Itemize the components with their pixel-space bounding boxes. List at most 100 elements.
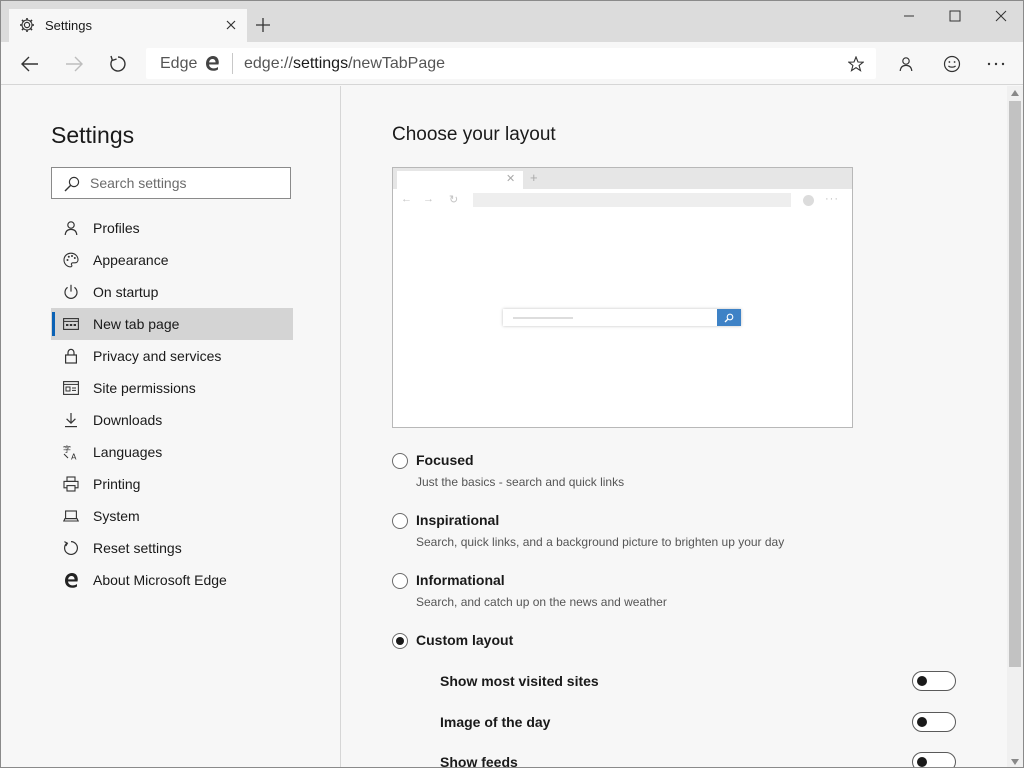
sidebar-item-system[interactable]: System (51, 500, 293, 532)
close-window-button[interactable] (978, 1, 1023, 31)
settings-sidebar: Settings Profiles Appearance On startup (1, 86, 341, 767)
preview-search-placeholder (513, 317, 573, 319)
refresh-icon (110, 55, 126, 72)
svg-text:字: 字 (63, 444, 71, 454)
lock-icon (63, 348, 79, 364)
preview-plus-icon: + (530, 170, 538, 185)
toggle-label: Show most visited sites (440, 673, 599, 689)
toggle-label: Show feeds (440, 754, 518, 768)
option-description: Search, quick links, and a background pi… (416, 535, 785, 549)
newtab-icon (63, 316, 79, 332)
toggle-row-show-feeds: Show feeds (440, 751, 958, 768)
url-text: edge://settings/newTabPage (244, 55, 445, 73)
more-icon (987, 62, 1005, 66)
star-icon (848, 56, 864, 72)
toggle-row-image-of-the-day: Image of the day (440, 711, 958, 735)
sidebar-item-languages[interactable]: 字A Languages (51, 436, 293, 468)
layout-preview: ✕ + ← → ↻ ··· (392, 167, 853, 428)
search-icon (724, 313, 734, 322)
more-button[interactable] (980, 48, 1012, 80)
sidebar-item-label: Downloads (93, 412, 163, 428)
profile-icon (899, 57, 913, 72)
sidebar-item-new-tab-page[interactable]: New tab page (51, 308, 293, 340)
scroll-down-icon[interactable] (1010, 757, 1020, 767)
tab-settings[interactable]: Settings (9, 9, 247, 42)
image-of-the-day-toggle[interactable] (912, 712, 956, 732)
sidebar-item-site-permissions[interactable]: Site permissions (51, 372, 293, 404)
sidebar-item-label: Privacy and services (93, 348, 222, 364)
content-scrollbar[interactable] (1007, 86, 1023, 767)
profile-button[interactable] (890, 48, 922, 80)
sidebar-item-label: Profiles (93, 220, 140, 236)
minimize-button[interactable] (886, 1, 932, 31)
close-icon (995, 10, 1007, 22)
maximize-button[interactable] (932, 1, 978, 31)
radio-custom[interactable] (392, 633, 408, 649)
sidebar-item-downloads[interactable]: Downloads (51, 404, 293, 436)
languages-icon: 字A (63, 444, 79, 462)
edge-logo-icon (204, 55, 220, 71)
browser-window: Settings Edge edge://settings/newTabPage… (0, 0, 1024, 768)
radio-inspirational[interactable] (392, 513, 408, 529)
favorite-button[interactable] (846, 54, 866, 74)
preview-refresh-icon: ↻ (449, 194, 459, 206)
sidebar-item-profiles[interactable]: Profiles (51, 212, 293, 244)
option-title: Custom layout (416, 632, 514, 648)
minimize-icon (904, 15, 914, 17)
preview-more-icon: ··· (825, 193, 839, 205)
sidebar-item-appearance[interactable]: Appearance (51, 244, 293, 276)
settings-content: Choose your layout ✕ + ← → ↻ ··· Focused… (342, 86, 1007, 768)
sidebar-item-on-startup[interactable]: On startup (51, 276, 293, 308)
toggle-label: Image of the day (440, 714, 551, 730)
preview-tab (397, 171, 523, 189)
tab-strip: Settings (1, 1, 1023, 42)
sidebar-item-label: Languages (93, 444, 163, 460)
sidebar-item-label: Printing (93, 476, 141, 492)
palette-icon (63, 252, 79, 268)
toolbar: Edge edge://settings/newTabPage (1, 42, 1023, 85)
omnibox-separator (232, 53, 233, 74)
feedback-button[interactable] (936, 48, 968, 80)
option-title: Inspirational (416, 512, 500, 528)
toggle-row-most-visited: Show most visited sites (440, 670, 958, 694)
laptop-icon (62, 508, 80, 524)
new-tab-button[interactable] (253, 15, 273, 35)
close-icon[interactable] (221, 15, 241, 35)
option-description: Search, and catch up on the news and wea… (416, 595, 667, 609)
preview-forward-icon: → (423, 193, 434, 205)
preview-search-button (717, 309, 741, 326)
preview-back-icon: ← (401, 193, 412, 205)
person-icon (63, 220, 79, 236)
preview-address-bar (473, 193, 791, 207)
back-button[interactable] (14, 48, 46, 80)
tab-title: Settings (45, 18, 92, 33)
most-visited-toggle[interactable] (912, 671, 956, 691)
radio-focused[interactable] (392, 453, 408, 469)
sidebar-item-reset-settings[interactable]: Reset settings (51, 532, 293, 564)
forward-icon (66, 56, 83, 72)
scroll-up-icon[interactable] (1010, 88, 1020, 98)
maximize-icon (949, 10, 961, 22)
sidebar-item-label: About Microsoft Edge (93, 572, 227, 588)
show-feeds-toggle[interactable] (912, 752, 956, 767)
refresh-button[interactable] (102, 48, 134, 80)
search-box[interactable] (51, 167, 291, 199)
sidebar-item-label: Site permissions (93, 380, 196, 396)
site-permissions-icon (63, 380, 79, 396)
sidebar-item-label: System (93, 508, 140, 524)
forward-button[interactable] (58, 48, 90, 80)
sidebar-item-printing[interactable]: Printing (51, 468, 293, 500)
reset-icon (63, 540, 79, 556)
scrollbar-thumb[interactable] (1009, 101, 1021, 667)
address-bar[interactable]: Edge edge://settings/newTabPage (146, 48, 876, 79)
section-heading: Choose your layout (392, 124, 556, 145)
sidebar-item-privacy-and-services[interactable]: Privacy and services (51, 340, 293, 372)
radio-informational[interactable] (392, 573, 408, 589)
power-icon (63, 284, 79, 300)
gear-icon (19, 17, 35, 33)
sidebar-title: Settings (51, 122, 135, 148)
sidebar-item-label: Appearance (93, 252, 169, 268)
sidebar-item-about-microsoft-edge[interactable]: About Microsoft Edge (51, 564, 293, 596)
search-input[interactable] (90, 168, 286, 198)
option-title: Informational (416, 572, 505, 588)
